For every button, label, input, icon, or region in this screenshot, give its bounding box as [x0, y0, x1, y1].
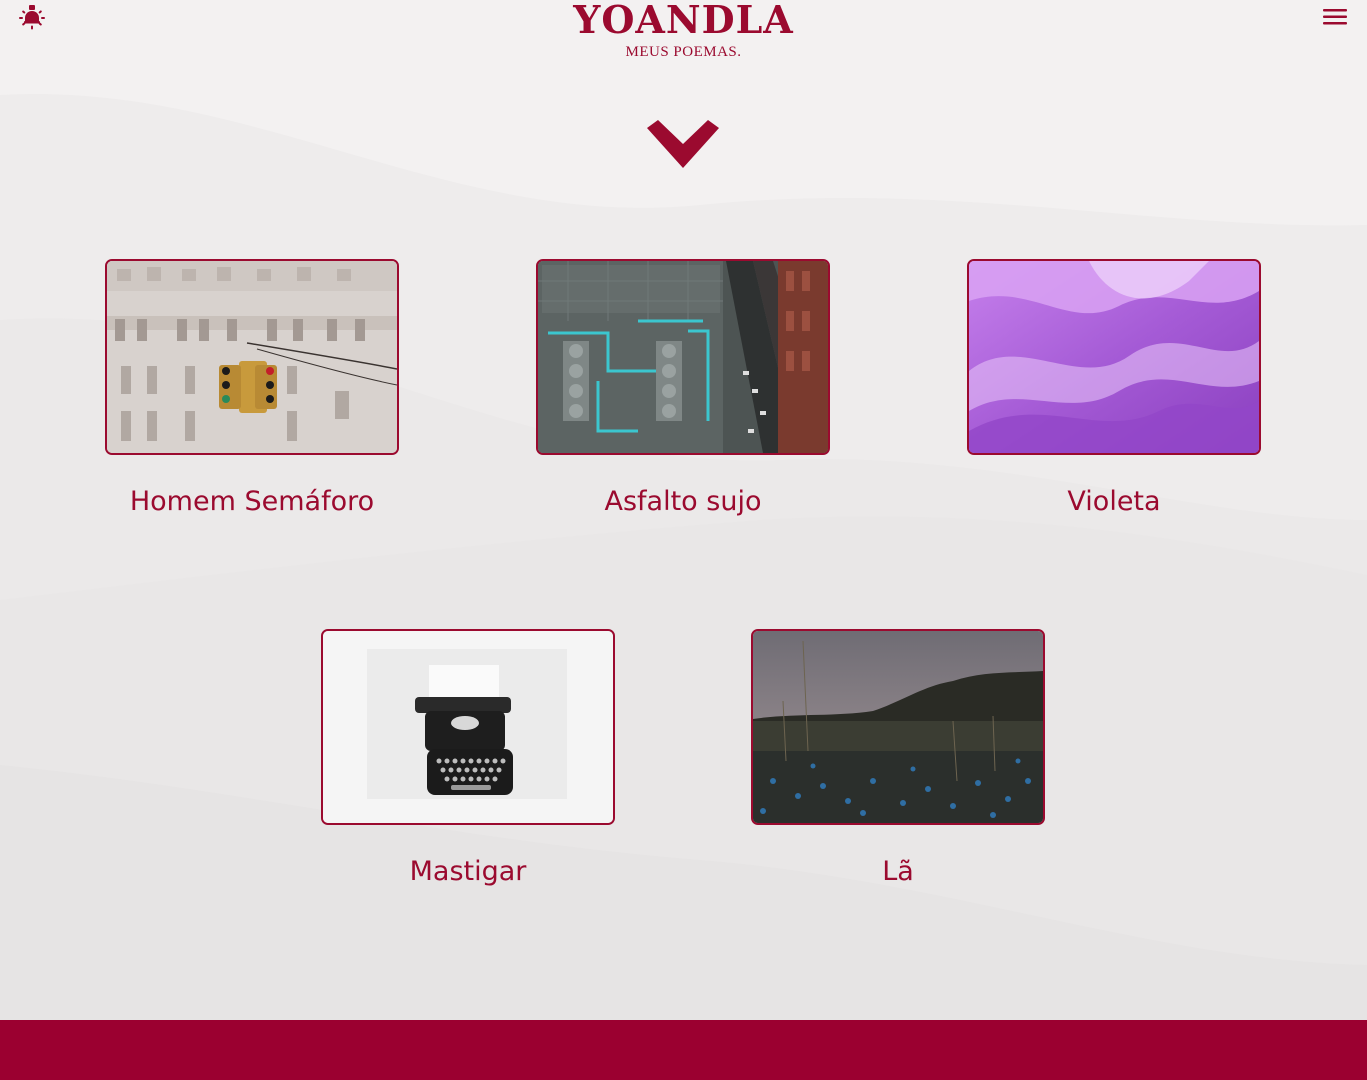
poem-title[interactable]: Asfalto sujo: [536, 485, 830, 519]
field-at-dusk-image: [753, 631, 1043, 823]
typewriter-image: [323, 631, 613, 823]
poem-title[interactable]: Lã: [751, 855, 1045, 889]
site-subtitle: MEUS POEMAS.: [625, 44, 742, 60]
poem-title[interactable]: Homem Semáforo: [105, 485, 399, 519]
chevron-down-icon: [647, 120, 719, 168]
poem-card-asfalto-sujo[interactable]: Asfalto sujo: [536, 259, 830, 519]
poem-title[interactable]: Mastigar: [321, 855, 615, 889]
poem-thumbnail[interactable]: [967, 259, 1261, 455]
aerial-rooftop-image: [538, 261, 828, 453]
poem-card-la[interactable]: Lã: [751, 629, 1045, 889]
poem-card-mastigar[interactable]: Mastigar: [321, 629, 615, 889]
poem-card-homem-semaforo[interactable]: Homem Semáforo: [105, 259, 399, 519]
poem-thumbnail[interactable]: [536, 259, 830, 455]
scroll-down-button[interactable]: [644, 120, 722, 170]
footer: [0, 1020, 1367, 1080]
site-header: YOANDLA MEUS POEMAS.: [0, 0, 1367, 61]
poem-thumbnail[interactable]: [105, 259, 399, 455]
poem-title[interactable]: Violeta: [967, 485, 1261, 519]
poem-thumbnail[interactable]: [321, 629, 615, 825]
violet-fabric-image: [969, 261, 1259, 453]
traffic-light-image: [107, 261, 397, 453]
page: YOANDLA MEUS POEMAS. Homem Semáforo Asfa…: [0, 0, 1367, 1080]
poem-card-violeta[interactable]: Violeta: [967, 259, 1261, 519]
poem-thumbnail[interactable]: [751, 629, 1045, 825]
site-title: YOANDLA: [573, 0, 794, 42]
